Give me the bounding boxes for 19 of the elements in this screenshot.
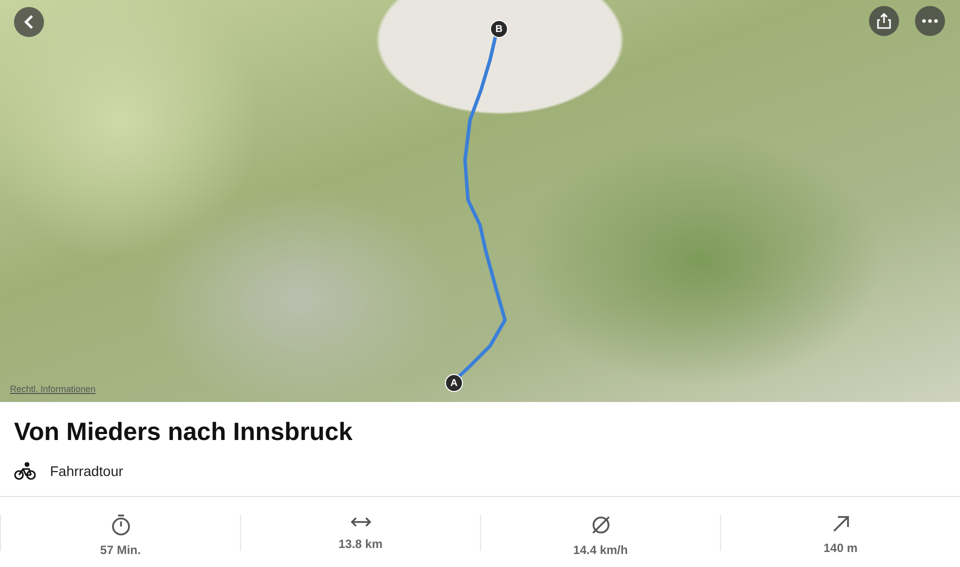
back-icon	[24, 14, 34, 30]
tour-type: Fahrradtour	[50, 463, 124, 479]
back-button[interactable]	[14, 7, 44, 37]
share-button[interactable]	[869, 6, 899, 36]
share-icon	[877, 13, 891, 29]
diameter-icon	[590, 515, 610, 535]
tour-title: Von Mieders nach Innsbruck	[14, 418, 354, 447]
stat-value: 13.8 km	[338, 537, 383, 551]
bicycle-icon	[14, 462, 36, 480]
double-arrow-icon	[350, 515, 372, 529]
more-button[interactable]	[915, 6, 945, 36]
stat-value: 57 Min.	[100, 543, 141, 557]
stat-value: 140 m	[823, 541, 858, 555]
stopwatch-icon	[110, 514, 130, 536]
more-icon	[922, 19, 938, 23]
stat-value: 14.4 km/h	[573, 543, 628, 557]
diagonal-arrow-icon	[832, 515, 850, 533]
end-marker[interactable]: B	[490, 20, 508, 38]
start-marker[interactable]: A	[445, 374, 463, 392]
